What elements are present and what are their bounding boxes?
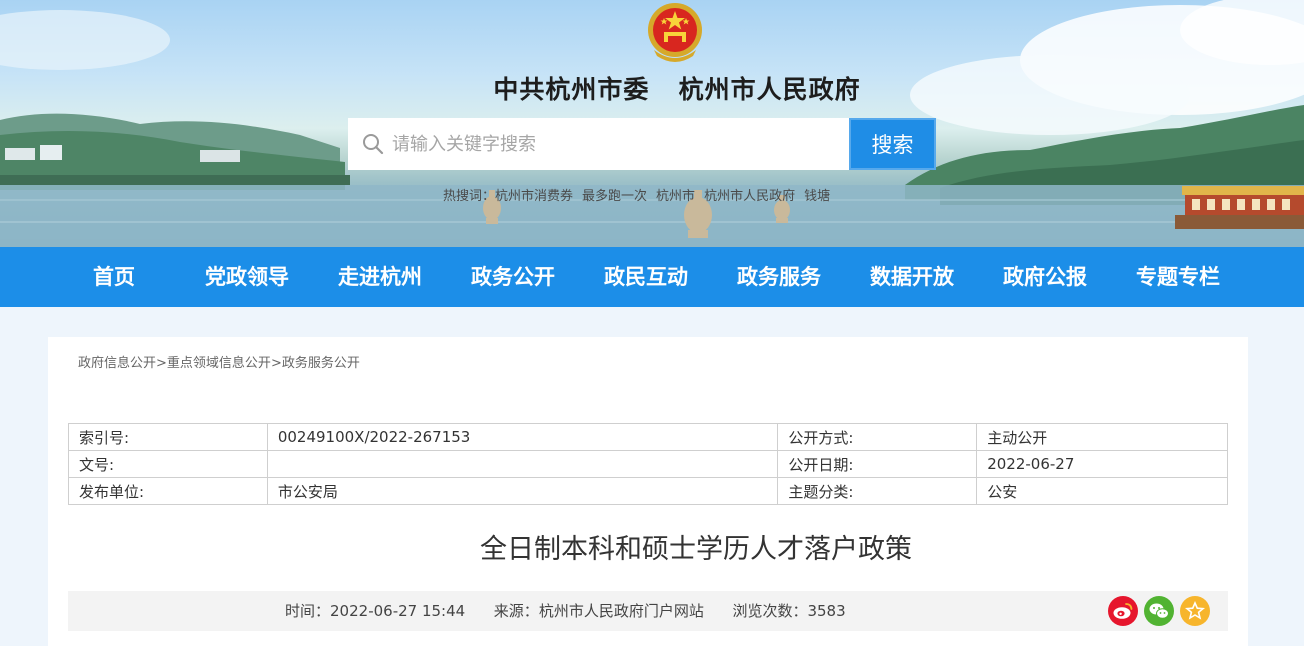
table-row: 索引号: 00249100X/2022-267153 公开方式: 主动公开	[68, 423, 1228, 451]
breadcrumb: 政府信息公开>重点领域信息公开>政务服务公开	[78, 352, 360, 371]
hot-words: 热搜词：杭州市消费券 最多跑一次 杭州市 杭州市人民政府 钱塘	[443, 185, 839, 204]
hot-word-link[interactable]: 最多跑一次	[582, 189, 647, 204]
site-title-party: 中共杭州市委	[493, 75, 650, 104]
meta-value: 市公安局	[266, 477, 779, 505]
nav-item-gazette[interactable]: 政府公报	[980, 247, 1110, 307]
search-icon	[363, 134, 384, 155]
article-info: 时间：2022-06-27 15:44 来源：杭州市人民政府门户网站 浏览次数：…	[285, 591, 846, 631]
search-input[interactable]	[392, 118, 842, 170]
view-count: 3583	[807, 602, 846, 620]
meta-label: 公开方式:	[777, 423, 978, 451]
favorite-star-icon	[1185, 601, 1205, 620]
breadcrumb-separator: >	[156, 356, 167, 371]
meta-value: 公安	[976, 477, 1228, 505]
nav-item-about[interactable]: 走进杭州	[315, 247, 445, 307]
meta-label: 索引号:	[68, 423, 268, 451]
hot-word-link[interactable]: 杭州市消费券	[495, 189, 573, 204]
nav-item-leaders[interactable]: 党政领导	[182, 247, 312, 307]
nav-item-open-data[interactable]: 数据开放	[847, 247, 977, 307]
breadcrumb-separator: >	[270, 356, 282, 371]
site-title-government: 杭州市人民政府	[678, 75, 861, 104]
meta-value: 2022-06-27	[976, 450, 1228, 478]
content-panel: 政府信息公开>重点领域信息公开>政务服务公开 索引号: 00249100X/20…	[48, 337, 1248, 646]
wechat-share-button[interactable]	[1144, 596, 1174, 626]
wechat-icon	[1149, 603, 1169, 619]
hot-word-link[interactable]: 杭州市人民政府	[704, 189, 795, 204]
header-banner: 中共杭州市委 杭州市人民政府 搜索 热搜词：杭州市消费券最多跑一次杭州市杭州市人…	[0, 0, 1304, 247]
source-label: 来源：	[493, 602, 539, 620]
nav-item-services[interactable]: 政务服务	[714, 247, 844, 307]
site-title: 中共杭州市委 杭州市人民政府	[0, 70, 1304, 106]
main-nav: 首页 党政领导 走进杭州 政务公开 政民互动 政务服务 数据开放 政府公报 专题…	[0, 247, 1304, 307]
nav-item-disclosure[interactable]: 政务公开	[448, 247, 578, 307]
publish-time: 2022-06-27 15:44	[330, 602, 466, 620]
meta-label: 文号:	[68, 450, 268, 478]
nav-item-home[interactable]: 首页	[49, 247, 179, 307]
weibo-share-button[interactable]	[1108, 596, 1138, 626]
nav-item-topics[interactable]: 专题专栏	[1113, 247, 1243, 307]
hot-word-link[interactable]: 杭州市	[656, 189, 695, 204]
article-info-bar: 时间：2022-06-27 15:44 来源：杭州市人民政府门户网站 浏览次数：…	[68, 591, 1228, 631]
breadcrumb-item[interactable]: 政府信息公开	[78, 356, 156, 371]
meta-value	[266, 450, 779, 478]
hot-words-label: 热搜词：	[443, 189, 496, 204]
breadcrumb-item[interactable]: 重点领域信息公开	[167, 356, 271, 371]
national-emblem-icon	[648, 3, 702, 62]
weibo-icon	[1113, 603, 1133, 619]
nav-item-interaction[interactable]: 政民互动	[581, 247, 711, 307]
search-box	[348, 118, 850, 170]
hot-word-link[interactable]: 钱塘	[804, 189, 830, 204]
meta-label: 主题分类:	[777, 477, 978, 505]
meta-value: 主动公开	[976, 423, 1228, 451]
table-row: 发布单位: 市公安局 主题分类: 公安	[68, 477, 1228, 505]
meta-value: 00249100X/2022-267153	[266, 423, 779, 451]
article-title: 全日制本科和硕士学历人才落户政策	[480, 534, 912, 565]
table-row: 文号: 公开日期: 2022-06-27	[68, 450, 1228, 478]
article-source: 杭州市人民政府门户网站	[538, 602, 704, 620]
breadcrumb-item[interactable]: 政务服务公开	[282, 356, 360, 371]
time-label: 时间：	[285, 602, 331, 620]
document-meta-table: 索引号: 00249100X/2022-267153 公开方式: 主动公开 文号…	[68, 423, 1228, 505]
meta-label: 公开日期:	[777, 450, 978, 478]
meta-label: 发布单位:	[68, 477, 268, 505]
search-button[interactable]: 搜索	[849, 118, 936, 170]
views-label: 浏览次数：	[732, 602, 808, 620]
favorite-button[interactable]	[1180, 596, 1210, 626]
